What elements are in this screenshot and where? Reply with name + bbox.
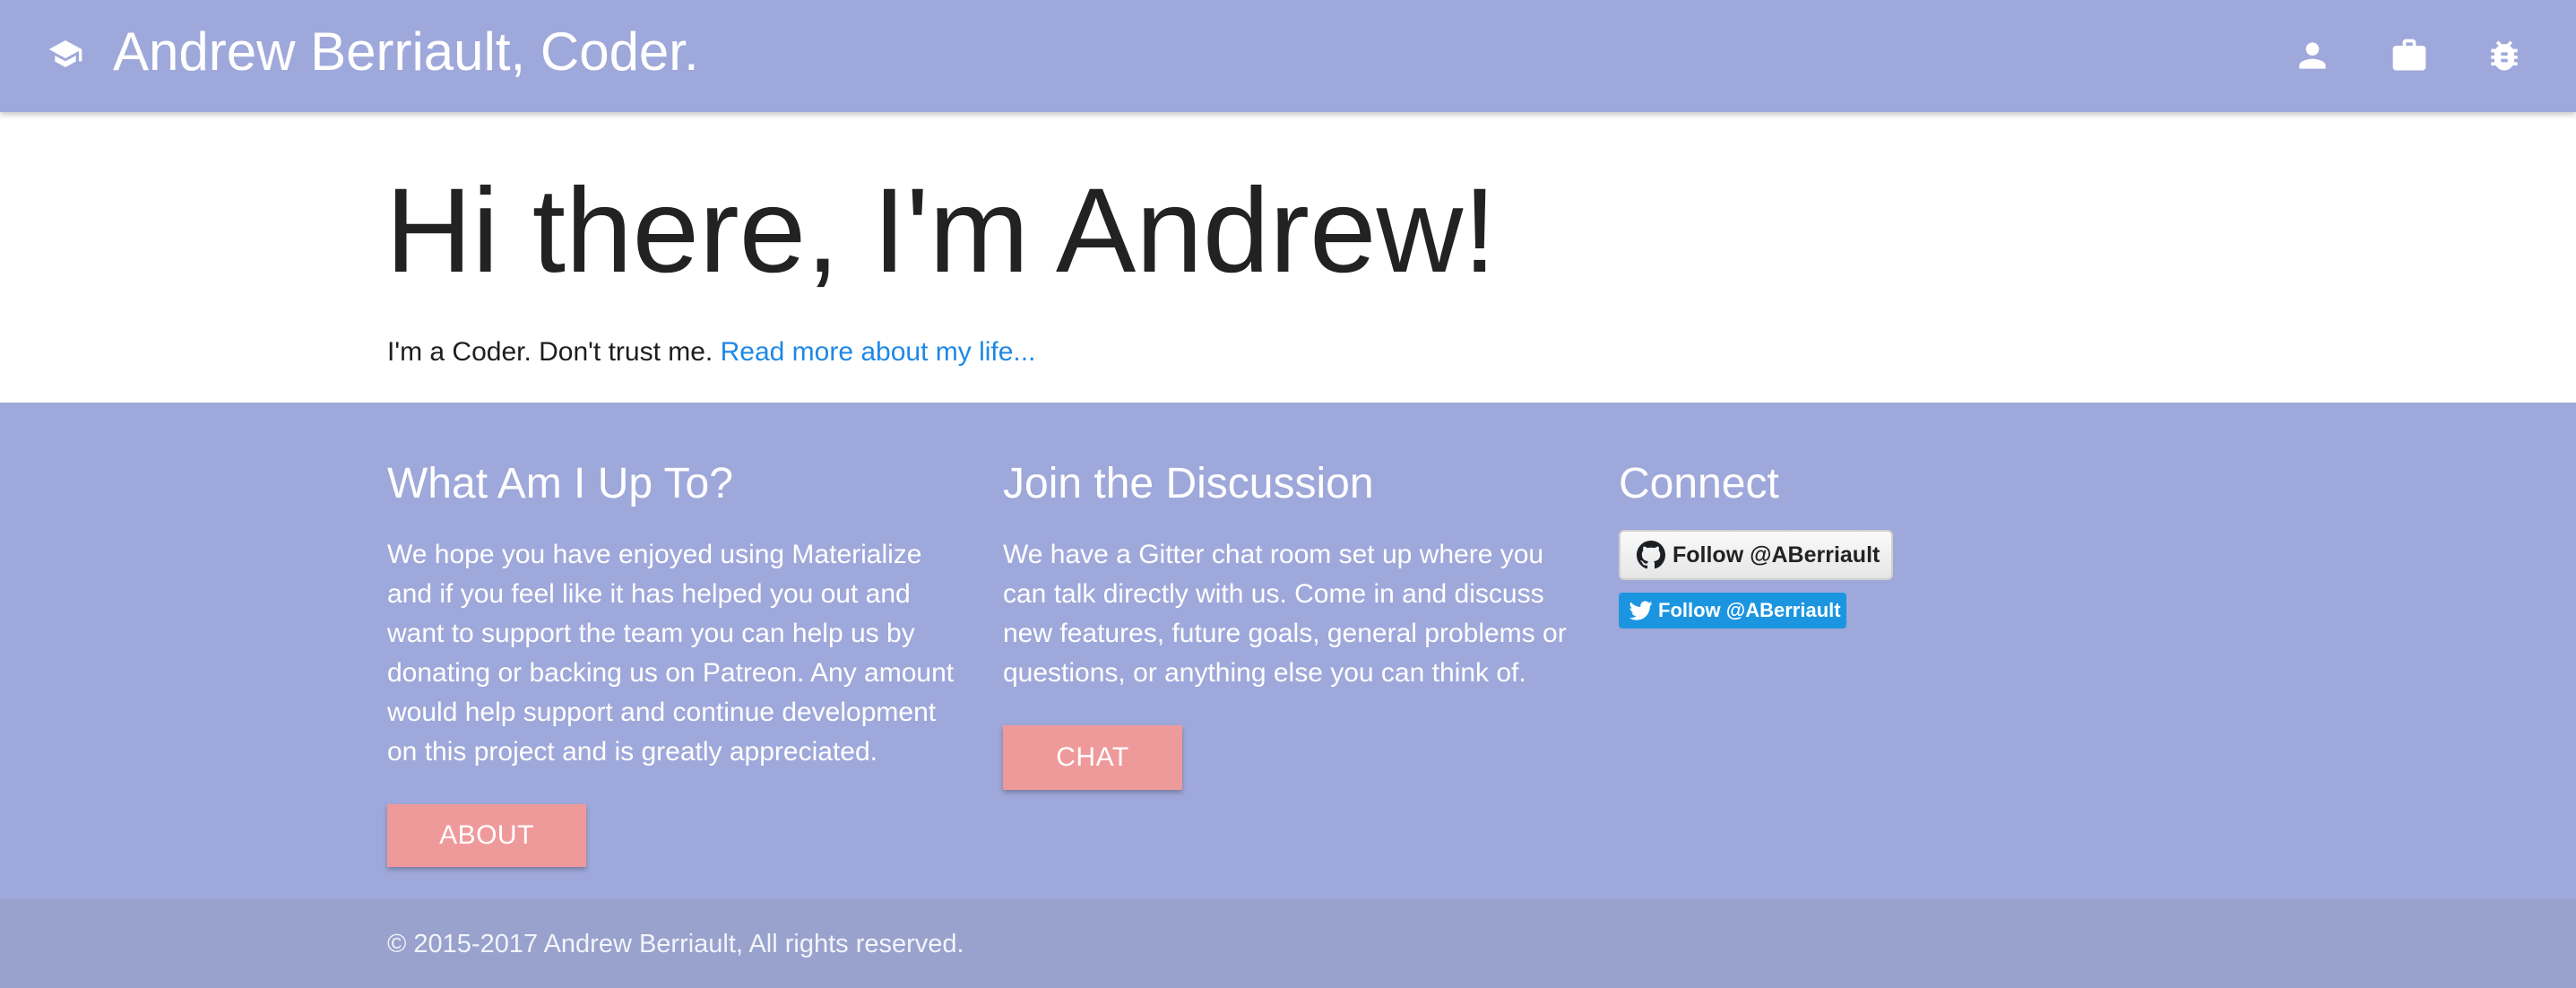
hero-intro-text: I'm a Coder. Don't trust me. [387, 337, 721, 367]
twitter-follow-button[interactable]: Follow @ABerriault [1619, 593, 1846, 628]
bug-icon[interactable] [2481, 32, 2528, 79]
chat-button[interactable]: CHAT [1003, 725, 1182, 790]
footer-heading-connect: Connect [1619, 460, 1779, 507]
page-footer: What Am I Up To? We hope you have enjoye… [0, 403, 2576, 899]
about-button[interactable]: ABOUT [387, 804, 586, 867]
github-icon [1637, 541, 1665, 569]
github-follow-button[interactable]: Follow @ABerriault [1619, 530, 1893, 580]
footer-heading-discussion: Join the Discussion [1003, 460, 1374, 507]
github-follow-label: Follow @ABerriault [1673, 542, 1880, 568]
footer-text-discussion: We have a Gitter chat room set up where … [1003, 540, 1567, 688]
hero-intro: I'm a Coder. Don't trust me. Read more a… [387, 334, 1035, 370]
graduation-cap-icon [45, 36, 86, 72]
copyright-bar: © 2015-2017 Andrew Berriault, All rights… [0, 899, 2576, 988]
footer-col-about: What Am I Up To? We hope you have enjoye… [387, 456, 961, 867]
person-icon[interactable] [2289, 32, 2336, 79]
hero-title: Hi there, I'm Andrew! [385, 164, 1497, 298]
briefcase-icon[interactable] [2386, 32, 2433, 79]
top-navbar: Andrew Berriault, Coder. [0, 0, 2576, 112]
footer-text-about: We hope you have enjoyed using Materiali… [387, 540, 955, 767]
hero-section: Hi there, I'm Andrew! I'm a Coder. Don't… [0, 112, 2576, 403]
read-more-link[interactable]: Read more about my life... [721, 337, 1036, 367]
copyright-text: © 2015-2017 Andrew Berriault, All rights… [387, 930, 964, 958]
twitter-bird-icon [1629, 601, 1653, 620]
footer-col-connect: Connect Follow @ABerriault Follow @ABerr… [1619, 456, 2067, 628]
twitter-follow-label: Follow @ABerriault [1658, 599, 1841, 621]
footer-heading-about: What Am I Up To? [387, 460, 733, 507]
footer-col-discussion: Join the Discussion We have a Gitter cha… [1003, 456, 1577, 790]
brand-title-link[interactable]: Andrew Berriault, Coder. [113, 20, 699, 84]
